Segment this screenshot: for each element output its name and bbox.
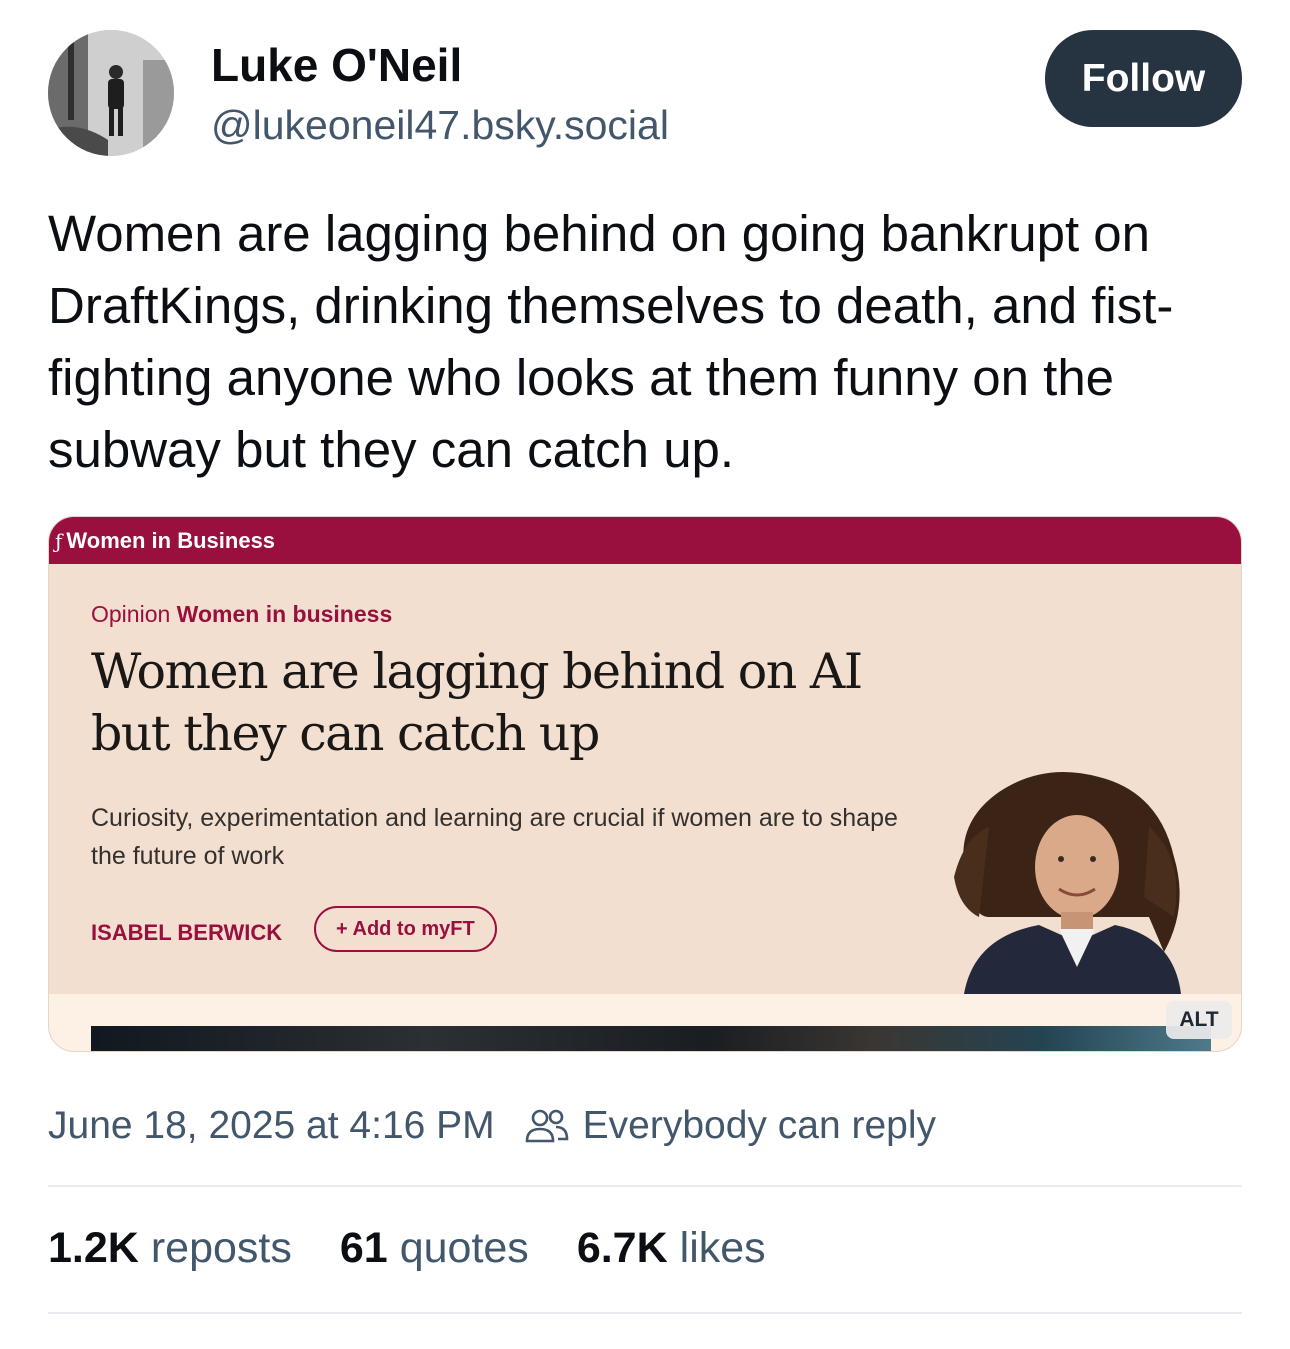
likes-label: likes — [679, 1224, 766, 1272]
ft-eyebrow: Opinion Women in business — [91, 601, 392, 628]
reply-setting[interactable]: Everybody can reply — [583, 1104, 936, 1148]
ft-hero-image-edge — [91, 1026, 1211, 1051]
divider — [48, 1312, 1242, 1314]
ft-logo-icon: ƒ — [55, 528, 63, 553]
avatar[interactable] — [48, 30, 174, 156]
post-image[interactable]: ƒ Women in Business Opinion Women in bus… — [48, 516, 1242, 1052]
quotes-label: quotes — [399, 1224, 529, 1272]
ft-eyebrow-type: Opinion — [91, 601, 171, 627]
ft-section-bar: ƒ Women in Business — [49, 517, 1241, 564]
quotes-stat[interactable]: 61 quotes — [340, 1224, 529, 1273]
author-handle[interactable]: @lukeoneil47.bsky.social — [211, 102, 669, 149]
reposts-label: reposts — [150, 1224, 292, 1272]
alt-text-badge[interactable]: ALT — [1166, 1001, 1232, 1039]
author-display-name[interactable]: Luke O'Neil — [211, 38, 462, 92]
people-icon — [525, 1108, 569, 1144]
post-text: Women are lagging behind on going bankru… — [48, 205, 1174, 478]
quotes-count: 61 — [339, 1224, 388, 1272]
ft-add-to-myft-button: + Add to myFT — [314, 906, 497, 952]
reposts-stat[interactable]: 1.2K reposts — [48, 1224, 292, 1273]
likes-count: 6.7K — [576, 1224, 668, 1272]
ft-byline: ISABEL BERWICK — [91, 920, 283, 945]
post-stats: 1.2K reposts 61 quotes 6.7K likes — [48, 1224, 814, 1273]
ft-standfirst: Curiosity, experimentation and learning … — [91, 804, 898, 870]
post-timestamp[interactable]: June 18, 2025 at 4:16 PM — [48, 1104, 495, 1148]
author-portrait — [954, 772, 1181, 994]
ft-eyebrow-topic: Women in business — [176, 601, 393, 627]
avatar-photo — [48, 30, 174, 156]
reposts-count: 1.2K — [48, 1224, 139, 1272]
post-meta: June 18, 2025 at 4:16 PM Everybody can r… — [48, 1100, 936, 1152]
follow-button[interactable]: Follow — [1045, 30, 1242, 127]
ft-section-label: Women in Business — [66, 527, 276, 553]
ft-headline: Women are lagging behind on AI but they … — [91, 643, 863, 762]
likes-stat[interactable]: 6.7K likes — [577, 1224, 766, 1273]
divider — [48, 1185, 1242, 1187]
